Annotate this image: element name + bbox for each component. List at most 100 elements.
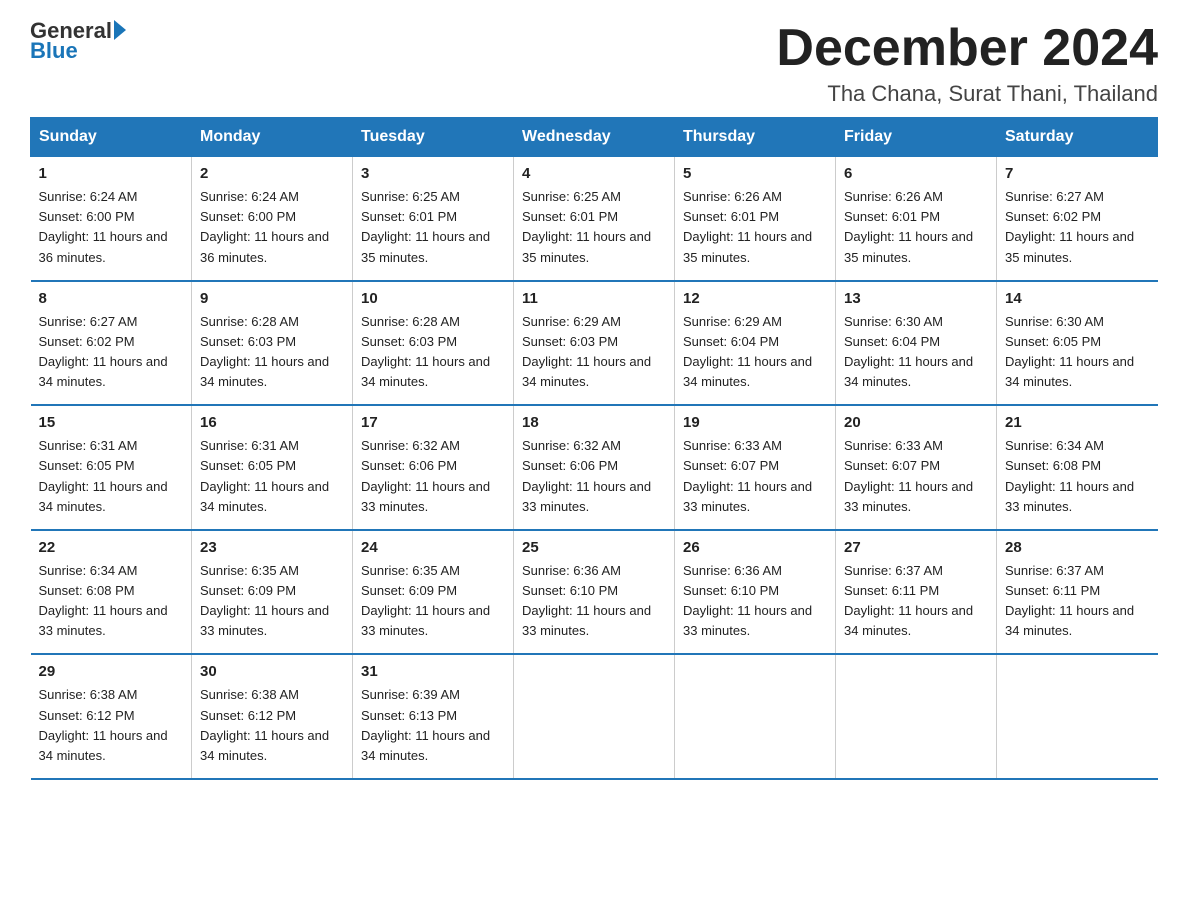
- calendar-cell: 10 Sunrise: 6:28 AM Sunset: 6:03 PM Dayli…: [353, 281, 514, 406]
- day-number: 19: [683, 414, 827, 431]
- day-info: Sunrise: 6:25 AM Sunset: 6:01 PM Dayligh…: [522, 187, 666, 268]
- day-of-week-header: Friday: [836, 118, 997, 157]
- day-info: Sunrise: 6:34 AM Sunset: 6:08 PM Dayligh…: [39, 561, 184, 642]
- day-info: Sunrise: 6:30 AM Sunset: 6:04 PM Dayligh…: [844, 312, 988, 393]
- day-info: Sunrise: 6:32 AM Sunset: 6:06 PM Dayligh…: [522, 436, 666, 517]
- day-number: 13: [844, 290, 988, 307]
- day-number: 9: [200, 290, 344, 307]
- calendar-week-row: 22 Sunrise: 6:34 AM Sunset: 6:08 PM Dayli…: [31, 530, 1158, 655]
- day-info: Sunrise: 6:39 AM Sunset: 6:13 PM Dayligh…: [361, 685, 505, 766]
- calendar-cell: 4 Sunrise: 6:25 AM Sunset: 6:01 PM Daylig…: [514, 157, 675, 281]
- logo: General Blue: [30, 20, 126, 64]
- calendar-cell: 20 Sunrise: 6:33 AM Sunset: 6:07 PM Dayli…: [836, 405, 997, 530]
- day-number: 7: [1005, 165, 1150, 182]
- day-number: 26: [683, 539, 827, 556]
- calendar-cell: 8 Sunrise: 6:27 AM Sunset: 6:02 PM Daylig…: [31, 281, 192, 406]
- calendar-week-row: 8 Sunrise: 6:27 AM Sunset: 6:02 PM Daylig…: [31, 281, 1158, 406]
- day-number: 10: [361, 290, 505, 307]
- day-number: 27: [844, 539, 988, 556]
- day-number: 16: [200, 414, 344, 431]
- calendar-cell: 5 Sunrise: 6:26 AM Sunset: 6:01 PM Daylig…: [675, 157, 836, 281]
- day-of-week-header: Monday: [192, 118, 353, 157]
- day-info: Sunrise: 6:36 AM Sunset: 6:10 PM Dayligh…: [522, 561, 666, 642]
- day-number: 31: [361, 663, 505, 680]
- calendar-cell: 7 Sunrise: 6:27 AM Sunset: 6:02 PM Daylig…: [997, 157, 1158, 281]
- calendar-cell: 14Sunrise: 6:30 AM Sunset: 6:05 PM Dayli…: [997, 281, 1158, 406]
- day-info: Sunrise: 6:28 AM Sunset: 6:03 PM Dayligh…: [200, 312, 344, 393]
- calendar-week-row: 1 Sunrise: 6:24 AM Sunset: 6:00 PM Daylig…: [31, 157, 1158, 281]
- calendar-cell: 9 Sunrise: 6:28 AM Sunset: 6:03 PM Daylig…: [192, 281, 353, 406]
- day-of-week-header: Saturday: [997, 118, 1158, 157]
- day-info: Sunrise: 6:38 AM Sunset: 6:12 PM Dayligh…: [200, 685, 344, 766]
- day-info: Sunrise: 6:29 AM Sunset: 6:03 PM Dayligh…: [522, 312, 666, 393]
- day-number: 20: [844, 414, 988, 431]
- calendar-cell: 26 Sunrise: 6:36 AM Sunset: 6:10 PM Dayli…: [675, 530, 836, 655]
- calendar-cell: 28 Sunrise: 6:37 AM Sunset: 6:11 PM Dayli…: [997, 530, 1158, 655]
- day-info: Sunrise: 6:34 AM Sunset: 6:08 PM Dayligh…: [1005, 436, 1150, 517]
- calendar-cell: 1Sunrise: 6:24 AM Sunset: 6:00 PM Daylig…: [31, 157, 192, 281]
- day-info: Sunrise: 6:35 AM Sunset: 6:09 PM Dayligh…: [200, 561, 344, 642]
- day-number: 15: [39, 414, 184, 431]
- day-info: Sunrise: 6:33 AM Sunset: 6:07 PM Dayligh…: [844, 436, 988, 517]
- calendar-cell: 13 Sunrise: 6:30 AM Sunset: 6:04 PM Dayli…: [836, 281, 997, 406]
- calendar-cell: [675, 654, 836, 779]
- day-number: 5: [683, 165, 827, 182]
- day-number: 22: [39, 539, 184, 556]
- day-number: 3: [361, 165, 505, 182]
- day-number: 23: [200, 539, 344, 556]
- day-info: Sunrise: 6:26 AM Sunset: 6:01 PM Dayligh…: [683, 187, 827, 268]
- day-number: 2: [200, 165, 344, 182]
- day-number: 18: [522, 414, 666, 431]
- day-number: 25: [522, 539, 666, 556]
- calendar-cell: 24 Sunrise: 6:35 AM Sunset: 6:09 PM Dayli…: [353, 530, 514, 655]
- day-number: 14: [1005, 290, 1150, 307]
- day-info: Sunrise: 6:35 AM Sunset: 6:09 PM Dayligh…: [361, 561, 505, 642]
- calendar-cell: 30 Sunrise: 6:38 AM Sunset: 6:12 PM Dayli…: [192, 654, 353, 779]
- day-info: Sunrise: 6:36 AM Sunset: 6:10 PM Dayligh…: [683, 561, 827, 642]
- logo-triangle-icon: [114, 20, 126, 40]
- day-info: Sunrise: 6:24 AM Sunset: 6:00 PM Dayligh…: [200, 187, 344, 268]
- calendar-table: SundayMondayTuesdayWednesdayThursdayFrid…: [30, 117, 1158, 780]
- calendar-cell: 12Sunrise: 6:29 AM Sunset: 6:04 PM Dayli…: [675, 281, 836, 406]
- day-of-week-header: Sunday: [31, 118, 192, 157]
- calendar-cell: 16 Sunrise: 6:31 AM Sunset: 6:05 PM Dayli…: [192, 405, 353, 530]
- logo-text-blue: Blue: [30, 38, 126, 64]
- day-info: Sunrise: 6:38 AM Sunset: 6:12 PM Dayligh…: [39, 685, 184, 766]
- day-number: 28: [1005, 539, 1150, 556]
- day-info: Sunrise: 6:27 AM Sunset: 6:02 PM Dayligh…: [39, 312, 184, 393]
- day-number: 1: [39, 165, 184, 182]
- day-of-week-header: Thursday: [675, 118, 836, 157]
- calendar-cell: 2 Sunrise: 6:24 AM Sunset: 6:00 PM Daylig…: [192, 157, 353, 281]
- day-info: Sunrise: 6:32 AM Sunset: 6:06 PM Dayligh…: [361, 436, 505, 517]
- day-of-week-header: Wednesday: [514, 118, 675, 157]
- day-info: Sunrise: 6:28 AM Sunset: 6:03 PM Dayligh…: [361, 312, 505, 393]
- location-title: Tha Chana, Surat Thani, Thailand: [776, 81, 1158, 107]
- calendar-cell: 3Sunrise: 6:25 AM Sunset: 6:01 PM Daylig…: [353, 157, 514, 281]
- day-info: Sunrise: 6:31 AM Sunset: 6:05 PM Dayligh…: [200, 436, 344, 517]
- calendar-cell: 29 Sunrise: 6:38 AM Sunset: 6:12 PM Dayli…: [31, 654, 192, 779]
- calendar-cell: 18 Sunrise: 6:32 AM Sunset: 6:06 PM Dayli…: [514, 405, 675, 530]
- day-info: Sunrise: 6:33 AM Sunset: 6:07 PM Dayligh…: [683, 436, 827, 517]
- calendar-cell: 21 Sunrise: 6:34 AM Sunset: 6:08 PM Dayli…: [997, 405, 1158, 530]
- day-number: 29: [39, 663, 184, 680]
- day-number: 30: [200, 663, 344, 680]
- calendar-cell: [836, 654, 997, 779]
- day-number: 8: [39, 290, 184, 307]
- day-info: Sunrise: 6:37 AM Sunset: 6:11 PM Dayligh…: [1005, 561, 1150, 642]
- title-section: December 2024 Tha Chana, Surat Thani, Th…: [776, 20, 1158, 107]
- day-number: 17: [361, 414, 505, 431]
- calendar-cell: 11 Sunrise: 6:29 AM Sunset: 6:03 PM Dayli…: [514, 281, 675, 406]
- calendar-cell: 19 Sunrise: 6:33 AM Sunset: 6:07 PM Dayli…: [675, 405, 836, 530]
- page-header: General Blue December 2024 Tha Chana, Su…: [30, 20, 1158, 107]
- calendar-cell: 15Sunrise: 6:31 AM Sunset: 6:05 PM Dayli…: [31, 405, 192, 530]
- day-number: 4: [522, 165, 666, 182]
- calendar-cell: 23 Sunrise: 6:35 AM Sunset: 6:09 PM Dayli…: [192, 530, 353, 655]
- day-number: 24: [361, 539, 505, 556]
- calendar-header-row: SundayMondayTuesdayWednesdayThursdayFrid…: [31, 118, 1158, 157]
- day-number: 21: [1005, 414, 1150, 431]
- day-of-week-header: Tuesday: [353, 118, 514, 157]
- day-info: Sunrise: 6:27 AM Sunset: 6:02 PM Dayligh…: [1005, 187, 1150, 268]
- calendar-cell: 31 Sunrise: 6:39 AM Sunset: 6:13 PM Dayli…: [353, 654, 514, 779]
- calendar-cell: 6Sunrise: 6:26 AM Sunset: 6:01 PM Daylig…: [836, 157, 997, 281]
- day-number: 11: [522, 290, 666, 307]
